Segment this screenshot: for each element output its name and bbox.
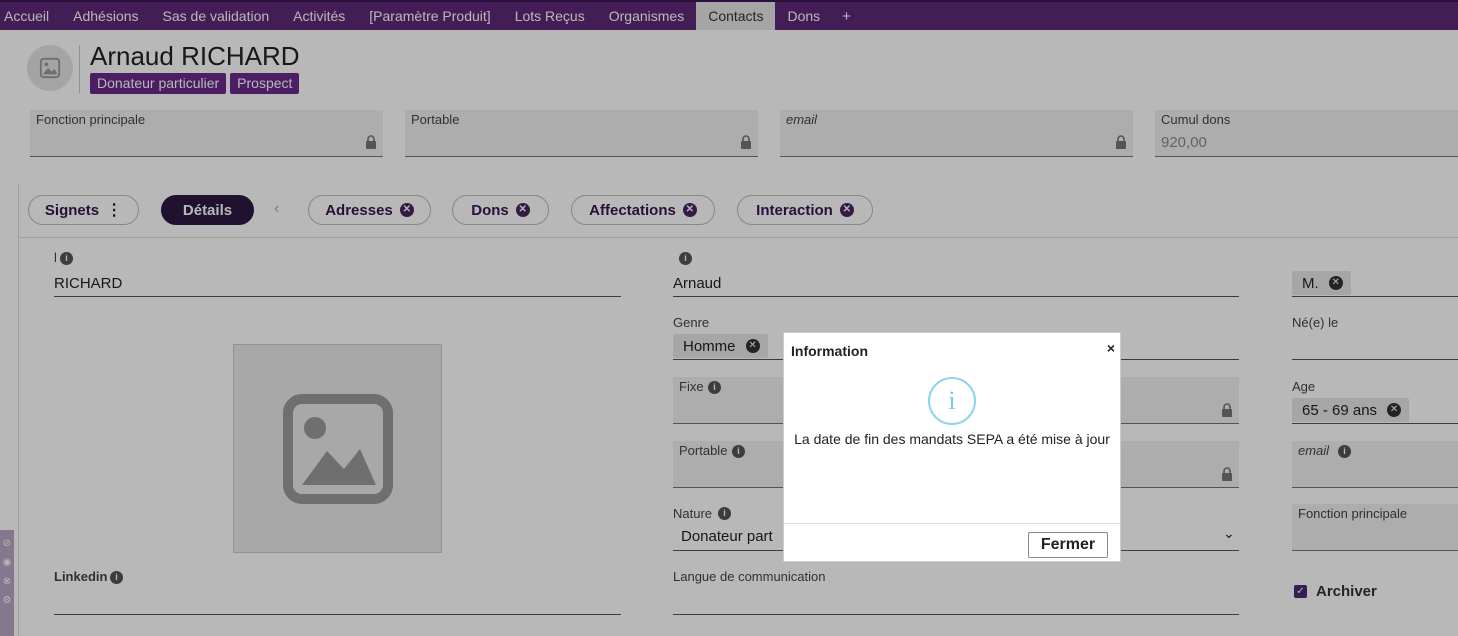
info-circle-icon: i <box>928 377 976 425</box>
modal-backdrop[interactable] <box>0 0 1458 636</box>
fermer-button[interactable]: Fermer <box>1028 532 1108 558</box>
dialog-message: La date de fin des mandats SEPA a été mi… <box>794 431 1110 447</box>
dialog-title: Information <box>791 343 868 359</box>
information-dialog: Information × i La date de fin des manda… <box>783 332 1121 562</box>
close-icon[interactable]: × <box>1107 340 1115 356</box>
dialog-divider <box>784 523 1120 524</box>
